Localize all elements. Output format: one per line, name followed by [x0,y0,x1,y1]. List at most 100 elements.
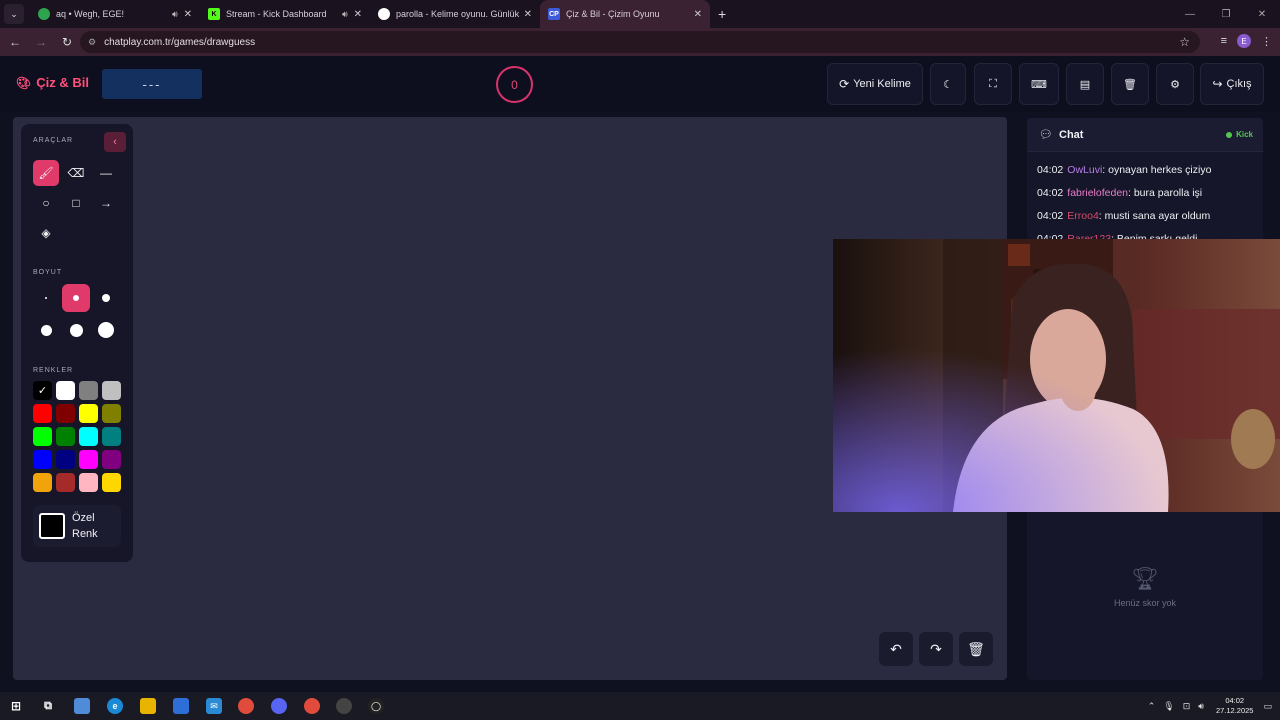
file-explorer-icon[interactable] [140,698,156,714]
color-swatch[interactable] [56,404,75,423]
delete-button[interactable]: 🗑︎ [1111,63,1149,105]
rectangle-tool-button[interactable]: □ [63,190,89,216]
color-swatch[interactable] [56,450,75,469]
size-dot-icon [45,297,47,299]
color-swatch[interactable] [79,427,98,446]
obs-icon[interactable] [336,698,352,714]
color-swatch[interactable] [79,381,98,400]
line-tool-button[interactable]: — [93,160,119,186]
edge-icon[interactable]: e [107,698,123,714]
minimize-icon[interactable]: — [1172,9,1208,20]
brush-size-option[interactable] [32,316,60,344]
settings-button[interactable]: ⚙ [1156,63,1194,105]
circle-tool-button[interactable]: ○ [33,190,59,216]
color-swatch[interactable] [56,473,75,492]
collapse-panel-button[interactable]: ‹ [104,132,126,152]
size-dot-icon [73,295,79,301]
mail-icon[interactable]: ✉ [206,698,222,714]
custom-color-button[interactable]: Özel Renk [33,505,121,547]
microphone-icon[interactable]: 🎙︎ [1163,701,1174,712]
task-view-icon[interactable]: ⧉ [40,698,56,714]
palette-icon: 🎨︎ [16,75,32,90]
close-tab-icon[interactable]: ✕ [184,9,192,20]
color-swatch[interactable] [102,404,121,423]
refresh-icon: ⟳ [839,77,850,91]
restore-icon[interactable]: ❐ [1208,9,1244,20]
brush-tool-button[interactable]: 🖌︎ [33,160,59,186]
dark-mode-button[interactable]: ☾ [930,63,966,105]
redo-button[interactable]: ↷ [919,632,953,666]
color-swatch[interactable] [33,473,52,492]
app-icon[interactable]: ◯ [368,698,384,714]
address-bar[interactable]: ⚙ chatplay.com.tr/games/drawguess ☆ [80,31,1200,53]
forward-arrow-icon[interactable]: → [30,35,52,49]
eraser-tool-button[interactable]: ⌫ [63,160,89,186]
notification-icon[interactable]: ▭ [1263,701,1272,712]
color-swatch[interactable] [33,404,52,423]
copilot-icon[interactable] [74,698,90,714]
speaker-icon[interactable]: 🔊︎ [342,9,348,20]
close-tab-icon[interactable]: ✕ [354,9,362,20]
color-swatch[interactable] [56,427,75,446]
brush-size-option[interactable] [62,316,90,344]
close-tab-icon[interactable]: ✕ [694,9,702,20]
menu-kebab-icon[interactable]: ⋮ [1261,35,1272,48]
arrow-tool-button[interactable]: → [93,190,119,216]
brush-size-option[interactable] [62,284,90,312]
color-swatch-selected[interactable]: ✓ [33,381,52,400]
fullscreen-button[interactable]: ⛶ [974,63,1012,105]
clock[interactable]: 04:02 27.12.2025 [1216,696,1254,716]
color-swatch[interactable] [79,473,98,492]
chrome-icon[interactable] [238,698,254,714]
browser-tab[interactable]: K Stream - Kick Dashboard 🔊︎ ✕ [200,0,370,28]
keyboard-icon: ⌨ [1031,78,1047,91]
bookmark-star-icon[interactable]: ☆ [1179,35,1190,49]
reading-list-icon[interactable]: ≡ [1221,35,1227,47]
reload-icon[interactable]: ↻ [56,35,78,49]
profile-avatar[interactable]: E [1237,34,1251,48]
chrome-profile-icon[interactable] [304,698,320,714]
new-tab-button[interactable]: + [718,6,726,22]
undo-button[interactable]: ↶ [879,632,913,666]
close-tab-icon[interactable]: ✕ [524,9,532,20]
color-swatch[interactable] [102,473,121,492]
color-swatch[interactable] [102,381,121,400]
tab-search-button[interactable]: ⌄ [4,4,24,24]
close-window-icon[interactable]: ✕ [1244,9,1280,20]
network-icon[interactable]: ⊡ [1183,701,1191,712]
browser-tab[interactable]: parolla - Kelime oyunu. Günlük ✕ [370,0,540,28]
brush-size-option[interactable] [92,316,120,344]
browser-tab[interactable]: aq • Wegh, EGE! 🔊︎ ✕ [30,0,200,28]
color-swatch[interactable] [102,450,121,469]
os-taskbar: ⊞ ⧉ e ✉ ◯ ⌃ 🎙︎ ⊡ 🔊︎ 04:02 27.12.2025 ▭ [0,692,1280,720]
browser-tab-active[interactable]: CP Çiz & Bil - Çizim Oyunu ✕ [540,0,710,28]
speaker-icon[interactable]: 🔊︎ [172,9,178,20]
brush-size-option[interactable] [92,284,120,312]
color-swatch[interactable] [33,427,52,446]
brush-size-option[interactable] [32,284,60,312]
clear-canvas-button[interactable]: 🗑︎ [959,632,993,666]
chat-bubbles-icon: 💬︎ [1039,129,1053,141]
discord-icon[interactable] [271,698,287,714]
volume-icon[interactable]: 🔊︎ [1198,701,1204,712]
color-swatch[interactable] [56,381,75,400]
site-info-icon[interactable]: ⚙ [88,37,96,48]
back-arrow-icon[interactable]: ← [4,35,26,49]
clock-time: 04:02 [1225,696,1245,705]
new-word-button[interactable]: ⟳ Yeni Kelime [827,63,923,105]
color-swatch[interactable] [33,450,52,469]
logout-button[interactable]: ↪ Çıkış [1200,63,1264,105]
fill-tool-button[interactable]: ◈ [33,220,59,246]
color-swatch[interactable] [79,450,98,469]
chat-message: 04:02 fabrielofeden: bura parolla işi [1037,187,1202,199]
app-logo[interactable]: 🎨︎ Çiz & Bil [16,75,89,90]
windows-start-icon[interactable]: ⊞ [8,698,24,714]
size-heading: BOYUT [33,269,63,276]
chevron-up-icon[interactable]: ⌃ [1148,701,1156,712]
store-icon[interactable] [173,698,189,714]
keyboard-button[interactable]: ⌨ [1019,63,1059,105]
color-swatch[interactable] [102,427,121,446]
tool-panel: ARAÇLAR ‹ 🖌︎ ⌫ — ○ □ → ◈ BOYUT RENKLER ✓… [21,124,133,562]
archive-button[interactable]: ▤ [1066,63,1104,105]
color-swatch[interactable] [79,404,98,423]
